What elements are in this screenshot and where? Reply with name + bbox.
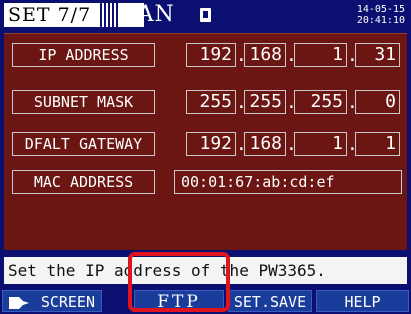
memory-card-icon [200,8,211,22]
arrow-right-icon [9,297,29,309]
subnet-dot-1: . [236,92,247,113]
mac-address-row: MAC ADDRESS 00:01:67:ab:cd:ef [4,170,407,196]
subnet-octet-1-field[interactable]: 255 [186,90,236,114]
subnet-octet-3-field[interactable]: 255 [294,90,347,114]
set-save-button-label: SET.SAVE [233,293,307,311]
lan-settings-panel: IP ADDRESS 192 . 168 . 1 . 31 SUBNET MAS… [4,33,407,250]
gateway-octet-4-field[interactable]: 1 [355,132,400,156]
ip-dot-1: . [236,45,247,66]
ip-address-row: IP ADDRESS 192 . 168 . 1 . 31 [4,43,407,69]
ip-octet-1-field[interactable]: 192 [186,43,236,67]
screen-button-label: SCREEN [40,293,95,311]
ip-dot-3: . [347,45,358,66]
subnet-octet-2-field[interactable]: 255 [244,90,286,114]
default-gateway-row: DFALT GATEWAY 192 . 168 . 1 . 1 [4,132,407,158]
title-bar: SET 7/7 LAN 14-05-15 20:41:10 [0,0,411,33]
gateway-dot-3: . [347,134,358,155]
ip-octet-2-field[interactable]: 168 [244,43,286,67]
ip-octet-4-field[interactable]: 31 [355,43,400,67]
subnet-octet-4-field[interactable]: 0 [355,90,400,114]
subnet-dot-3: . [347,92,358,113]
help-message-bar: Set the IP address of the PW3365. [4,257,407,284]
subnet-mask-label: SUBNET MASK [12,90,155,114]
gateway-octet-2-field[interactable]: 168 [244,132,286,156]
help-button-label: HELP [344,293,381,311]
gateway-octet-3-field[interactable]: 1 [294,132,347,156]
section-title: LAN [122,2,175,27]
tab-stripes-decoration [100,3,118,27]
ip-octet-3-field[interactable]: 1 [294,43,347,67]
mac-address-label: MAC ADDRESS [12,170,155,194]
set-save-button[interactable]: SET.SAVE [228,290,312,312]
gateway-dot-1: . [236,134,247,155]
ip-address-label: IP ADDRESS [12,43,155,67]
subnet-mask-row: SUBNET MASK 255 . 255 . 255 . 0 [4,90,407,116]
gateway-octet-1-field[interactable]: 192 [186,132,236,156]
datetime-display: 14-05-15 20:41:10 [357,4,405,26]
subnet-dot-2: . [286,92,297,113]
gateway-dot-2: . [286,134,297,155]
function-key-bar: SCREEN FTP SET.SAVE HELP [0,288,411,314]
help-button[interactable]: HELP [316,290,409,312]
ip-dot-2: . [286,45,297,66]
screen-button[interactable]: SCREEN [2,290,102,312]
ftp-button[interactable]: FTP [134,290,224,312]
time-text: 20:41:10 [356,15,405,26]
date-text: 14-05-15 [356,4,405,15]
default-gateway-label: DFALT GATEWAY [12,132,155,156]
ftp-button-label: FTP [157,292,201,312]
mac-address-value: 00:01:67:ab:cd:ef [174,170,402,194]
instrument-screen: SET 7/7 LAN 14-05-15 20:41:10 IP ADDRESS… [0,0,411,314]
